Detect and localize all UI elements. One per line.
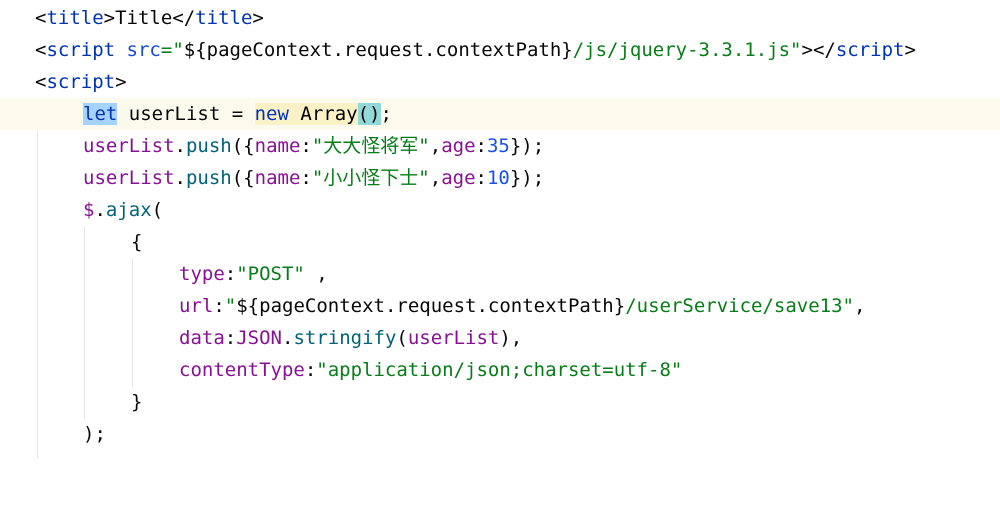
token: , (429, 135, 442, 157)
token: name (254, 135, 301, 157)
code-line-5[interactable]: userList.push({name:"大大怪将军",age:35}); (0, 130, 1000, 162)
token: ( (151, 199, 164, 221)
code-line-12[interactable]: contentType:"application/json;charset=ut… (0, 354, 1000, 386)
token: =" (160, 39, 184, 61)
token: 35 (486, 135, 510, 157)
code-line-6[interactable]: userList.push({name:"小小怪下士",age:10}); (0, 162, 1000, 194)
token: push (185, 135, 232, 157)
code-line-13[interactable]: } (0, 386, 1000, 418)
token: title (46, 7, 104, 29)
token: ajax (105, 199, 152, 221)
token: < (35, 7, 47, 29)
token: . (94, 199, 106, 221)
code-editor[interactable]: <title>Title</title> <script src="${page… (0, 0, 1000, 474)
code-line-11[interactable]: data:JSON.stringify(userList), (0, 322, 1000, 354)
token: /userService/save13" (625, 295, 854, 317)
token: type (179, 263, 225, 285)
token: }); (509, 167, 545, 189)
code-line-4-current[interactable]: let userList = new Array(); (0, 98, 1000, 130)
token: : (213, 295, 225, 317)
token: ({ (231, 167, 255, 189)
token: } (613, 295, 626, 317)
code-line-7[interactable]: $.ajax( (0, 194, 1000, 226)
token: { (131, 231, 143, 253)
code-line-1[interactable]: <title>Title</title> (0, 2, 1000, 34)
token: stringify (293, 327, 397, 349)
token: } (131, 391, 143, 413)
token: > (103, 7, 116, 29)
token: push (185, 167, 232, 189)
token: pageContext.request.contextPath (206, 39, 562, 61)
token: ${ (183, 39, 207, 61)
token: : (475, 135, 487, 157)
token: : (300, 167, 312, 189)
token: age (441, 135, 476, 157)
token: > (115, 71, 127, 93)
token: userList (407, 327, 500, 349)
token: let (83, 103, 118, 125)
token: < (35, 39, 47, 61)
token: }); (509, 135, 545, 157)
token: name (254, 167, 301, 189)
token: $ (83, 199, 95, 221)
token: 10 (486, 167, 510, 189)
token: < (35, 71, 47, 93)
token: " (224, 295, 237, 317)
token: , (304, 263, 328, 285)
token: : (224, 327, 237, 349)
token: </ (172, 7, 196, 29)
token: script (46, 71, 116, 93)
token: ), (499, 327, 523, 349)
token: . (174, 135, 186, 157)
token: , (429, 167, 442, 189)
code-line-2[interactable]: <script src="${pageContext.request.conte… (0, 34, 1000, 66)
token: : (475, 167, 487, 189)
token: Title (115, 7, 173, 29)
token: url (179, 295, 214, 317)
token: src (126, 39, 161, 61)
token: data (179, 327, 225, 349)
token: "POST" (236, 263, 305, 285)
token: , (853, 295, 866, 317)
token: "小小怪下士" (311, 167, 430, 189)
code-line-14[interactable]: ); (0, 418, 1000, 450)
token: title (195, 7, 253, 29)
token: ) (369, 103, 381, 125)
token: : (224, 263, 237, 285)
code-line-9[interactable]: type:"POST" , (0, 258, 1000, 290)
token: > (904, 39, 916, 61)
token: Array (300, 103, 358, 125)
code-line-8[interactable]: { (0, 226, 1000, 258)
token: JSON (236, 327, 282, 349)
token: . (174, 167, 186, 189)
token: ( (396, 327, 408, 349)
token: userList = (117, 103, 255, 125)
code-line-3[interactable]: <script> (0, 66, 1000, 98)
code-line-10[interactable]: url:"${pageContext.request.contextPath}/… (0, 290, 1000, 322)
token: : (300, 135, 312, 157)
token: : (304, 359, 317, 381)
token: ({ (231, 135, 255, 157)
token: ></ (801, 39, 836, 61)
token: ( (357, 103, 370, 125)
token: /js/jquery-3.3.1.js" (572, 39, 802, 61)
token: ${ (236, 295, 260, 317)
token (288, 103, 301, 125)
token: userList (83, 167, 175, 189)
token: . (281, 327, 294, 349)
token: script (835, 39, 905, 61)
token: ); (83, 423, 106, 445)
token: ; (380, 103, 392, 125)
token: } (561, 39, 573, 61)
token: contentType (179, 359, 305, 381)
token: "大大怪将军" (311, 135, 430, 157)
token: script (46, 39, 116, 61)
token: "application/json;charset=utf-8" (316, 359, 683, 381)
token: pageContext.request.contextPath (259, 295, 614, 317)
token: age (441, 167, 476, 189)
token: > (252, 7, 264, 29)
token: userList (83, 135, 175, 157)
token: new (254, 103, 289, 125)
